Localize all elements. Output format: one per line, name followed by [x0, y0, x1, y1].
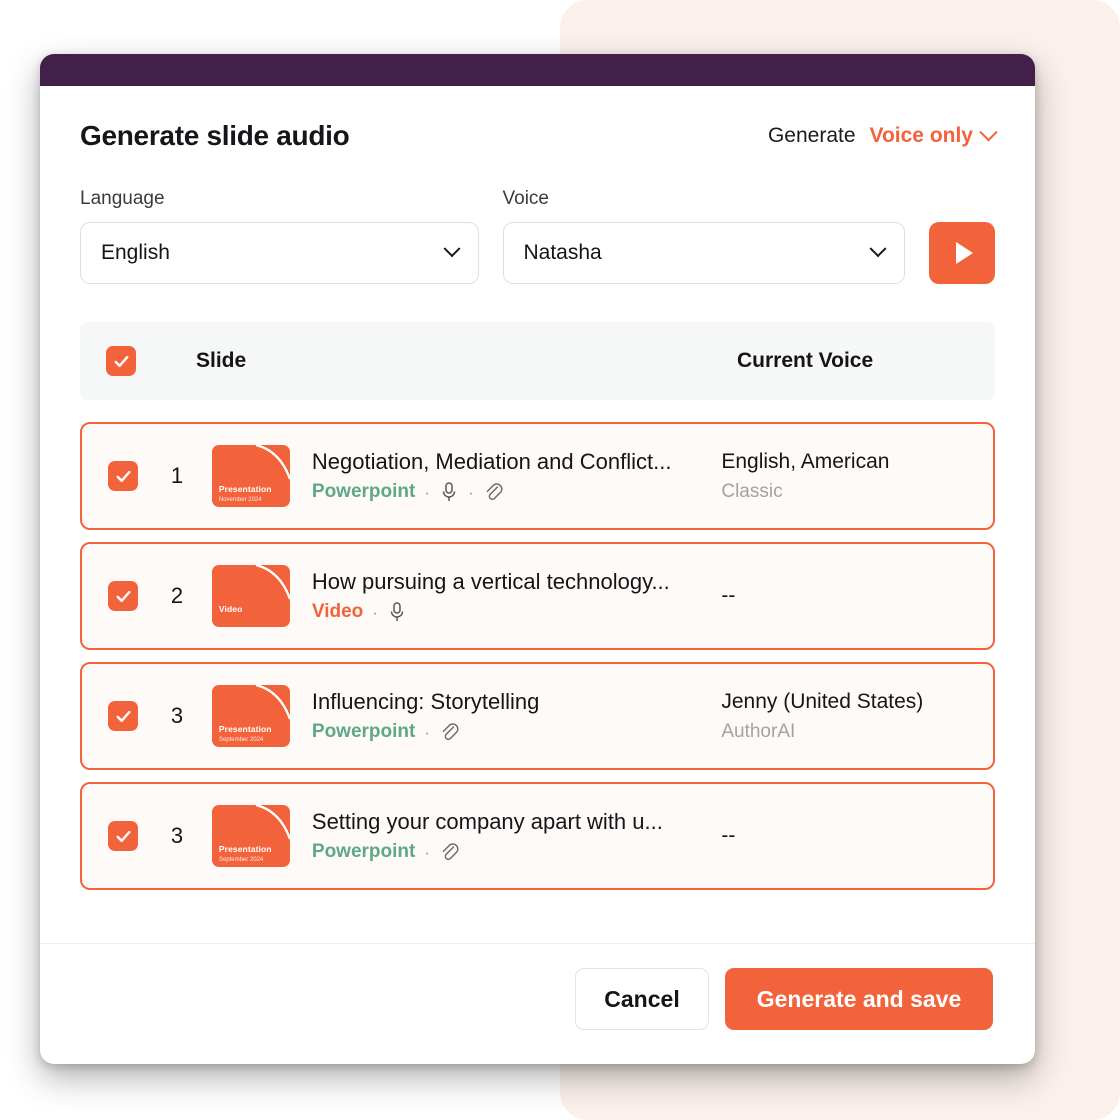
play-icon: [955, 242, 973, 264]
slide-thumbnail: Presentation September 2024: [211, 805, 290, 867]
checkmark-icon: [116, 710, 130, 722]
language-field: Language English: [80, 188, 479, 284]
column-header-slide: Slide: [196, 349, 247, 372]
slide-type: Powerpoint: [311, 721, 416, 742]
dialog-footer: Cancel Generate and save: [40, 943, 1035, 1064]
slide-thumbnail: Presentation November 2024: [211, 445, 290, 507]
thumbnail-label: Presentation: [218, 484, 272, 494]
meta-separator: ·: [424, 842, 431, 862]
checkmark-icon: [116, 830, 130, 842]
thumbnail-label: Presentation: [218, 844, 272, 854]
slide-thumbnail: Video: [211, 565, 290, 627]
table-row[interactable]: 2 Video How pursuing a vertical technolo…: [80, 542, 995, 650]
paperclip-icon: [442, 843, 459, 861]
row-main: How pursuing a vertical technology... Vi…: [312, 569, 721, 623]
row-voice: --: [721, 824, 967, 848]
row-checkbox[interactable]: [108, 821, 138, 851]
slide-title: How pursuing a vertical technology...: [311, 569, 670, 594]
meta-separator: ·: [372, 602, 378, 622]
paperclip-icon: [442, 723, 459, 741]
dialog-header: Generate slide audio Generate Voice only: [80, 120, 998, 152]
dialog-title-bar: [40, 54, 1035, 86]
slide-title: Influencing: Storytelling: [311, 689, 540, 714]
generate-slide-audio-dialog: Generate slide audio Generate Voice only…: [40, 54, 1035, 1064]
chevron-down-icon: [443, 240, 460, 258]
current-voice: --: [721, 824, 736, 847]
thumbnail-label: Presentation: [218, 724, 272, 734]
generate-label: Generate: [767, 124, 856, 147]
generate-mode-value: Voice only: [869, 124, 973, 147]
thumbnail-date: September 2024: [218, 737, 264, 743]
page-title: Generate slide audio: [80, 120, 350, 151]
screen: Generate slide audio Generate Voice only…: [0, 0, 1120, 1120]
voice-label: Voice: [502, 188, 549, 209]
row-checkbox[interactable]: [108, 461, 138, 491]
thumbnail-label: Video: [218, 604, 243, 614]
current-voice-sub: AuthorAI: [721, 720, 796, 742]
chevron-down-icon: [869, 240, 887, 258]
row-voice: --: [721, 584, 967, 608]
checkmark-icon: [116, 590, 130, 602]
row-main: Negotiation, Mediation and Conflict... P…: [312, 449, 721, 503]
slide-title: Negotiation, Mediation and Conflict...: [311, 449, 672, 474]
current-voice: --: [721, 584, 736, 607]
row-meta: Video ·: [312, 601, 721, 623]
row-checkbox[interactable]: [108, 581, 138, 611]
current-voice: English, American: [721, 449, 890, 473]
generate-mode-control: Generate Voice only: [767, 122, 998, 148]
table-row[interactable]: 1 Presentation November 2024 Negotiation…: [80, 422, 995, 530]
thumbnail-arc-icon: [255, 565, 290, 600]
mic-icon: [442, 482, 456, 501]
checkmark-icon: [116, 470, 130, 482]
table-header: Slide Current Voice: [80, 322, 995, 400]
chevron-down-icon: [979, 122, 998, 141]
preview-play-button[interactable]: [929, 222, 995, 284]
paperclip-icon: [486, 483, 503, 501]
language-select[interactable]: English: [80, 222, 479, 284]
slide-list: 1 Presentation November 2024 Negotiation…: [80, 422, 995, 890]
meta-separator: ·: [424, 722, 431, 742]
slide-thumbnail: Presentation September 2024: [211, 685, 290, 747]
slide-title: Setting your company apart with u...: [311, 809, 663, 834]
audio-options: Language English Voice Natasha: [80, 188, 995, 284]
row-number: 3: [170, 703, 184, 728]
row-voice: English, American Classic: [721, 450, 967, 503]
cancel-button[interactable]: Cancel: [575, 968, 709, 1030]
thumbnail-date: November 2024: [218, 497, 262, 503]
table-row[interactable]: 3 Presentation September 2024 Setting yo…: [80, 782, 995, 890]
row-main: Influencing: Storytelling Powerpoint ·: [312, 689, 721, 743]
select-all-checkbox[interactable]: [106, 346, 136, 376]
voice-value: Natasha: [523, 241, 602, 264]
checkmark-icon: [114, 355, 128, 367]
row-meta: Powerpoint ·: [312, 841, 721, 863]
dialog-body: Generate slide audio Generate Voice only…: [40, 86, 1035, 943]
row-voice: Jenny (United States) AuthorAI: [721, 690, 967, 743]
mic-icon: [390, 602, 404, 621]
voice-select[interactable]: Natasha: [502, 222, 905, 284]
language-value: English: [101, 241, 170, 264]
row-main: Setting your company apart with u... Pow…: [312, 809, 721, 863]
row-number: 3: [170, 823, 184, 848]
current-voice-sub: Classic: [721, 480, 783, 502]
voice-field: Voice Natasha: [502, 188, 905, 284]
table-row[interactable]: 3 Presentation September 2024 Influencin…: [80, 662, 995, 770]
thumbnail-date: September 2024: [218, 857, 264, 863]
row-number: 1: [170, 463, 184, 488]
meta-separator: ·: [468, 482, 474, 502]
generate-and-save-button[interactable]: Generate and save: [725, 968, 993, 1030]
generate-mode-dropdown[interactable]: Voice only: [869, 122, 998, 148]
row-meta: Powerpoint · ·: [312, 481, 721, 503]
column-header-current-voice: Current Voice: [737, 349, 874, 372]
slide-type: Video: [311, 601, 364, 622]
language-label: Language: [80, 188, 165, 209]
row-meta: Powerpoint ·: [312, 721, 721, 743]
row-checkbox[interactable]: [108, 701, 138, 731]
slide-type: Powerpoint: [311, 841, 416, 862]
slide-type: Powerpoint: [311, 481, 416, 502]
current-voice: Jenny (United States): [721, 689, 924, 713]
meta-separator: ·: [424, 482, 431, 502]
row-number: 2: [170, 583, 184, 608]
